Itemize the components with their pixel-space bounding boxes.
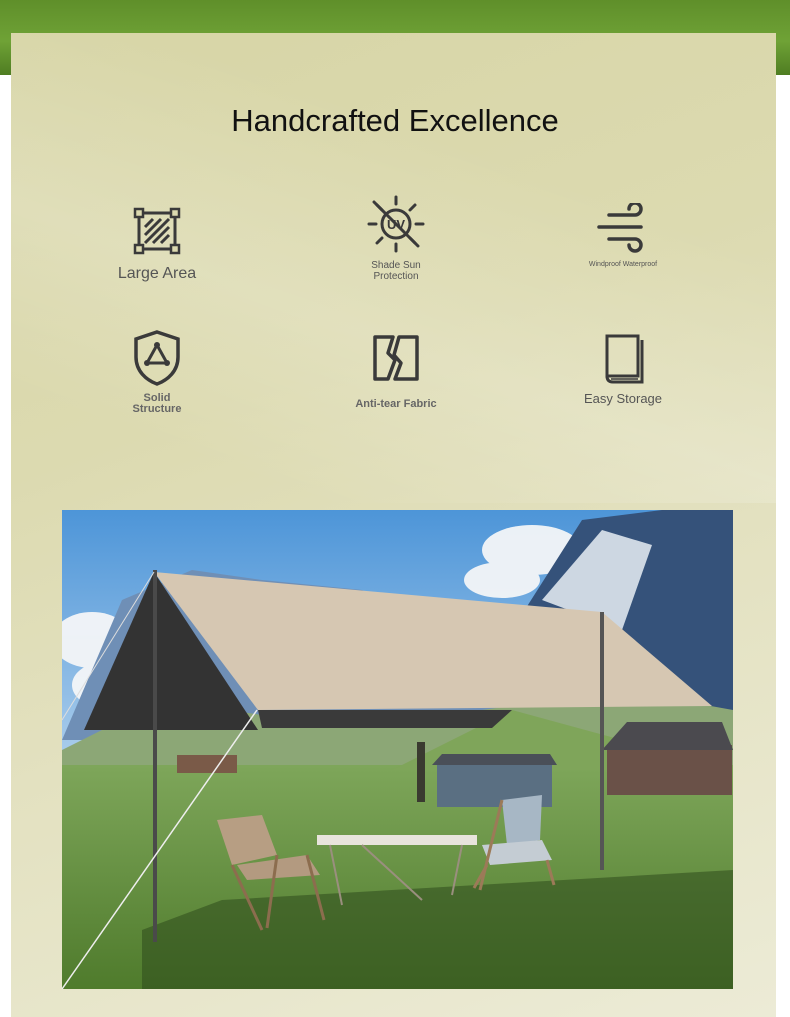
feature-anti-tear: Anti-tear Fabric: [306, 333, 486, 410]
feature-label: Easy Storage: [583, 391, 663, 406]
feature-large-area: Large Area: [67, 205, 247, 283]
tarp-scene-illustration: [62, 510, 733, 989]
feature-solid-structure: Solid Structure: [67, 329, 247, 415]
feature-label: Solid Structure: [132, 392, 182, 415]
feature-label: Anti-tear Fabric: [355, 398, 437, 410]
feature-windproof: Windproof Waterproof: [533, 203, 713, 268]
feature-label: Windproof Waterproof: [588, 261, 658, 268]
feature-sun-protection: UV Shade Sun Protection: [306, 194, 486, 282]
feature-easy-storage: Easy Storage: [533, 331, 713, 406]
product-photo: [62, 510, 733, 989]
feature-label: Large Area: [117, 265, 197, 282]
shield-triangle-icon: [134, 330, 180, 386]
large-area-icon: [133, 207, 181, 255]
feature-label: Shade Sun Protection: [371, 260, 421, 282]
book-storage-icon: [605, 334, 644, 384]
svg-text:UV: UV: [387, 217, 405, 232]
page-title: Handcrafted Excellence: [231, 103, 559, 138]
wind-icon: [597, 203, 643, 253]
uv-protection-icon: UV: [367, 195, 425, 253]
torn-fabric-icon: [373, 335, 419, 381]
